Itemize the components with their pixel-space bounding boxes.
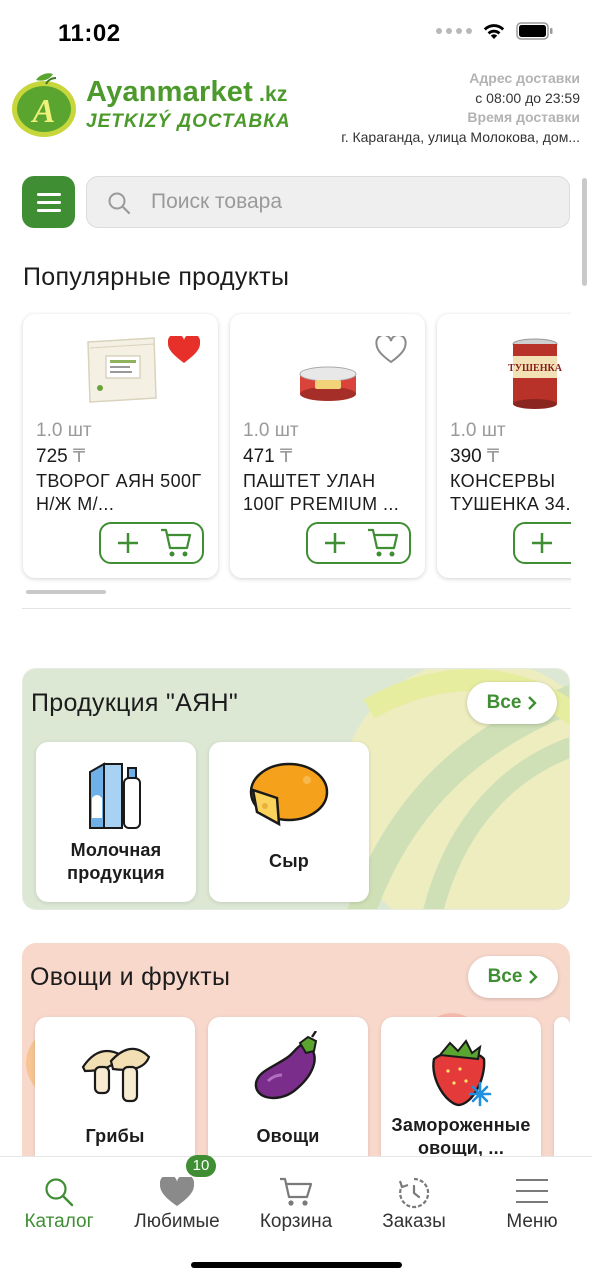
delivery-info[interactable]: Адрес доставки с 08:00 до 23:59 Время до… xyxy=(341,69,580,147)
nav-label: Любимые xyxy=(134,1211,220,1232)
status-bar: 11:02 xyxy=(0,0,592,64)
delivery-time-label: Время доставки xyxy=(467,109,580,125)
nav-cart[interactable]: Корзина xyxy=(237,1157,355,1237)
brand-name-text: Ayanmarket xyxy=(86,76,253,108)
currency: ₸ xyxy=(72,446,86,467)
nav-menu[interactable]: Меню xyxy=(473,1157,591,1237)
home-indicator[interactable] xyxy=(191,1262,402,1268)
product-card[interactable]: 1.0 шт 471 ₸ ПАШТЕТ УЛАН 100Г PREMIUM ..… xyxy=(230,314,425,578)
signal-icon xyxy=(436,28,472,34)
category-tile-cheese[interactable]: Сыр xyxy=(209,742,369,902)
brand-tagline: JETKIZÝ ДОСТАВКА xyxy=(86,111,291,132)
product-price: 725 ₸ xyxy=(36,445,85,468)
favorite-heart-icon[interactable] xyxy=(168,336,200,364)
popular-carousel[interactable]: 1.0 шт 725 ₸ ТВОРОГ АЯН 500Г Н/Ж М/... 1… xyxy=(0,312,571,584)
wifi-icon xyxy=(483,24,505,39)
product-image xyxy=(86,337,157,403)
category-title: Продукция "АЯН" xyxy=(31,689,239,717)
milk-icon xyxy=(89,762,141,829)
product-qty: 1.0 шт xyxy=(450,420,506,441)
see-all-label: Все xyxy=(486,692,522,713)
heart-icon xyxy=(160,1177,194,1206)
see-all-button[interactable]: Все xyxy=(468,956,558,998)
search-input[interactable] xyxy=(151,186,551,218)
add-to-cart-button[interactable] xyxy=(513,522,571,564)
nav-favorites[interactable]: Любимые xyxy=(118,1157,236,1237)
product-name: ПАШТЕТ УЛАН 100Г PREMIUM ... xyxy=(243,471,400,514)
status-icons xyxy=(436,22,554,40)
add-to-cart-button[interactable] xyxy=(99,522,204,564)
popular-title: Популярные продукты xyxy=(23,263,290,291)
product-card[interactable]: ТУШЕНКА 1.0 шт 390 ₸ КОНСЕРВЫ ТУШЕНКА 34… xyxy=(437,314,571,578)
price-value: 725 xyxy=(36,446,68,467)
menu-icon xyxy=(516,1179,548,1203)
search-icon xyxy=(45,1178,74,1207)
plus-icon xyxy=(118,533,138,553)
nav-catalog[interactable]: Каталог xyxy=(0,1157,118,1237)
product-price: 471 ₸ xyxy=(243,445,292,468)
nav-orders[interactable]: Заказы xyxy=(355,1157,473,1237)
catalog-menu-button[interactable] xyxy=(22,176,75,228)
search-icon xyxy=(108,192,131,215)
nav-label: Меню xyxy=(506,1211,558,1232)
category-tile-dairy[interactable]: Молочная продукция xyxy=(36,742,196,902)
svg-text:ТУШЕНКА: ТУШЕНКА xyxy=(508,363,563,374)
currency: ₸ xyxy=(279,446,293,467)
product-image xyxy=(299,366,356,401)
product-price: 390 ₸ xyxy=(450,445,499,468)
cheese-icon xyxy=(249,762,329,827)
favorite-heart-icon[interactable] xyxy=(375,336,407,364)
add-to-cart-button[interactable] xyxy=(306,522,411,564)
currency: ₸ xyxy=(486,446,500,467)
page-scrollbar[interactable] xyxy=(582,178,587,286)
frozen-strawberry-icon xyxy=(432,1039,492,1107)
search-field[interactable] xyxy=(86,176,570,228)
cart-icon xyxy=(280,1177,313,1206)
delivery-address: г. Караганда, улица Молокова, дом... xyxy=(341,128,580,145)
plus-icon xyxy=(325,533,345,553)
brand-name: Ayanmarket .kz xyxy=(86,76,291,109)
product-name: КОНСЕРВЫ ТУШЕНКА 34... xyxy=(450,471,571,514)
brand: Ayanmarket .kz JETKIZÝ ДОСТАВКА xyxy=(86,76,291,133)
nav-label: Корзина xyxy=(259,1211,333,1232)
nav-label: Заказы xyxy=(382,1211,446,1232)
chevron-right-icon xyxy=(529,970,539,984)
product-name: ТВОРОГ АЯН 500Г Н/Ж М/... xyxy=(36,471,202,514)
carousel-scroll-indicator xyxy=(26,590,106,594)
tile-label: Сыр xyxy=(269,851,309,871)
cart-icon xyxy=(161,528,192,557)
tile-label: Замороженные овощи, ... xyxy=(391,1115,531,1158)
product-qty: 1.0 шт xyxy=(36,420,92,441)
svg-text:A: A xyxy=(31,93,56,130)
category-block-aian: Продукция "АЯН" Все Молочная продукция С… xyxy=(22,668,570,910)
divider xyxy=(22,608,571,609)
see-all-button[interactable]: Все xyxy=(467,682,557,724)
ayanmarket-logo: A xyxy=(12,73,76,137)
brand-domain: .kz xyxy=(258,83,288,106)
favorites-count-badge: 10 xyxy=(186,1155,216,1177)
delivery-address-label: Адрес доставки xyxy=(469,70,580,86)
see-all-label: Все xyxy=(487,966,523,987)
status-time: 11:02 xyxy=(58,20,121,47)
cart-icon xyxy=(368,528,399,557)
tile-label: Овощи xyxy=(256,1126,320,1146)
eggplant-icon xyxy=(254,1031,318,1100)
plus-icon xyxy=(532,533,552,553)
app-header: A Ayanmarket .kz JETKIZÝ ДОСТАВКА Адрес д… xyxy=(0,64,592,156)
mushroom-icon xyxy=(81,1047,151,1103)
tile-label: Грибы xyxy=(85,1126,145,1146)
battery-icon xyxy=(516,22,553,40)
price-value: 390 xyxy=(450,446,482,467)
history-icon xyxy=(398,1177,430,1209)
category-title: Овощи и фрукты xyxy=(30,963,231,991)
delivery-hours: с 08:00 до 23:59 xyxy=(475,89,580,106)
nav-label: Каталог xyxy=(24,1211,94,1232)
chevron-right-icon xyxy=(528,696,538,710)
product-qty: 1.0 шт xyxy=(243,420,299,441)
product-card[interactable]: 1.0 шт 725 ₸ ТВОРОГ АЯН 500Г Н/Ж М/... xyxy=(23,314,218,578)
product-image: ТУШЕНКА xyxy=(508,338,563,409)
price-value: 471 xyxy=(243,446,275,467)
tile-label: Молочная продукция xyxy=(67,840,165,883)
